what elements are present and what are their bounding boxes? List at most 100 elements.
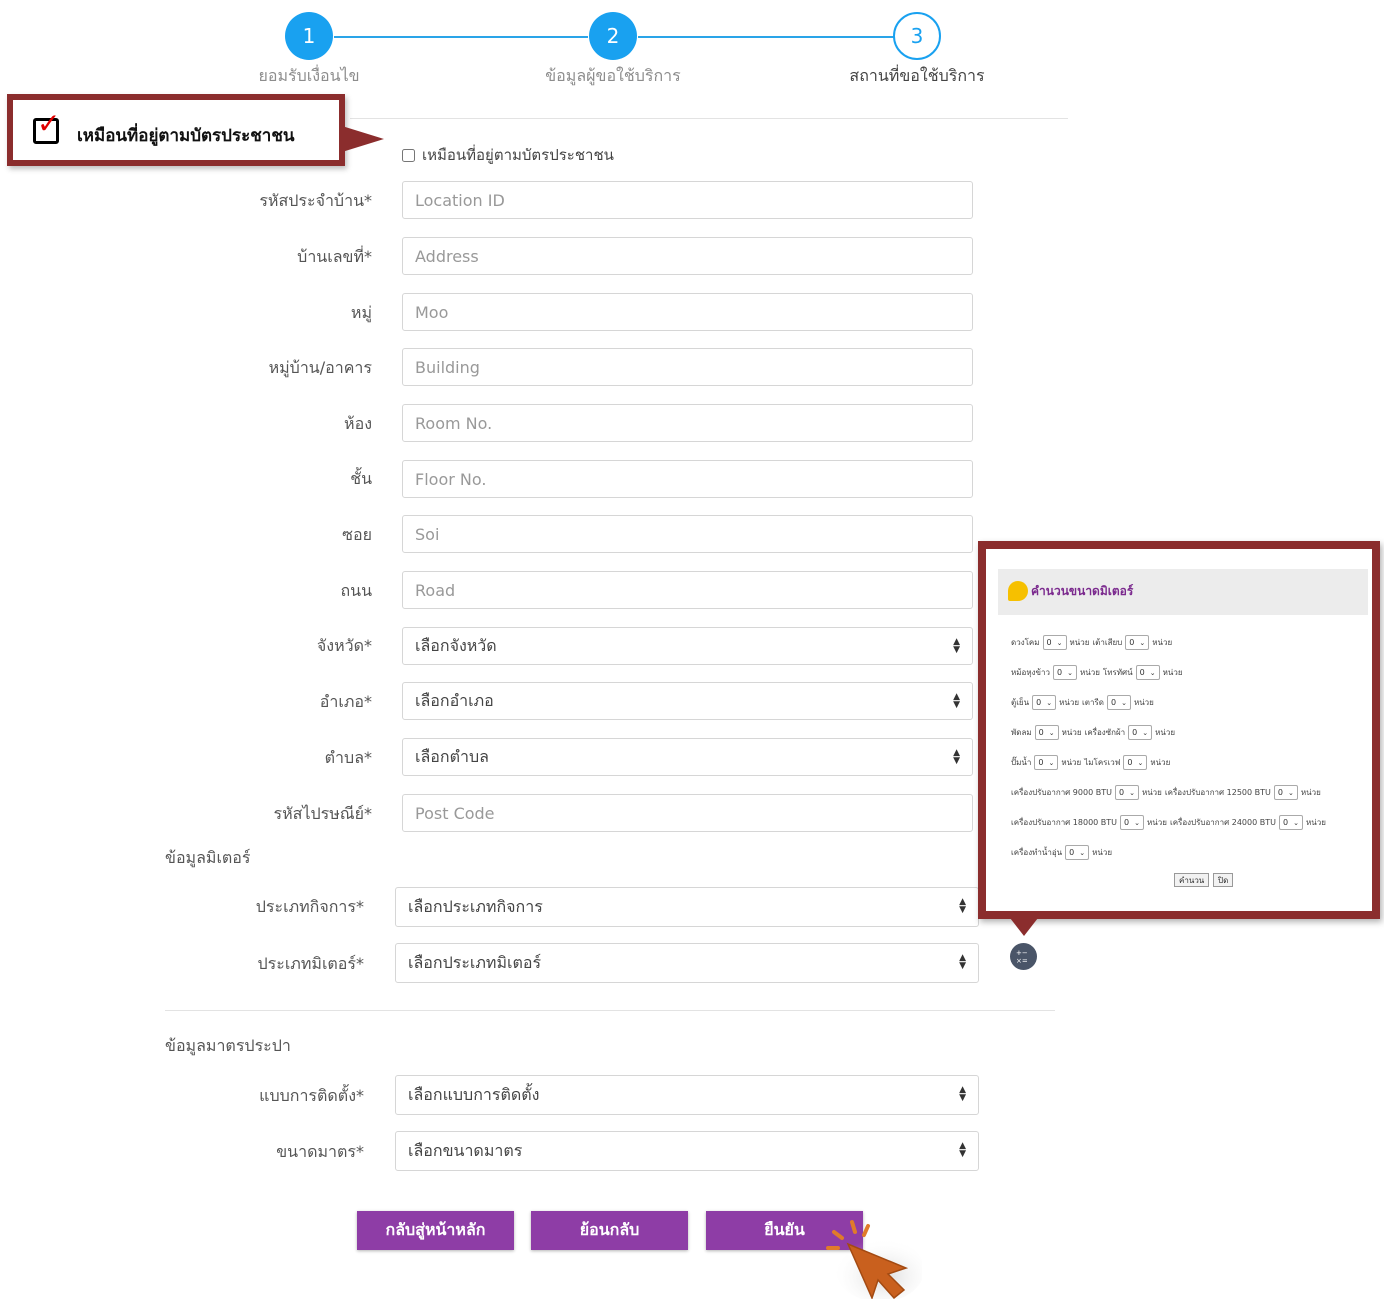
appliance-count-select[interactable]: 0 ⌄	[1034, 725, 1059, 740]
location-id-input[interactable]: Location ID	[402, 181, 973, 219]
appliance-count-value: 0	[1118, 788, 1125, 797]
chevron-down-icon: ⌄	[1293, 818, 1299, 827]
step-3-number: 3	[910, 24, 924, 48]
label-subdistrict: ตำบล*	[324, 748, 372, 767]
appliance-count-select[interactable]: 0 ⌄	[1120, 815, 1145, 830]
appliance-label: พัดลม	[1011, 728, 1032, 737]
chevron-down-icon: ⌄	[1048, 728, 1055, 737]
appliance-label: ตู้เย็น	[1011, 698, 1030, 707]
appliance-count-value: 0	[1132, 728, 1138, 737]
appliance-count-select[interactable]: 0 ⌄	[1135, 665, 1160, 680]
appliance-label: ปั๊มน้ำ	[1011, 758, 1032, 767]
install-type-value: เลือกแบบการติดตั้ง	[408, 1084, 540, 1104]
calculate-button[interactable]: คำนวน	[1174, 873, 1210, 887]
appliance-count-select[interactable]: 0 ⌄	[1273, 785, 1298, 800]
section-divider	[165, 1010, 1055, 1011]
select-arrows-icon: ▲ ▼	[953, 637, 960, 655]
appliance-label: ไมโครเวฟ	[1084, 758, 1121, 767]
appliance-count-select[interactable]: 0 ⌄	[1065, 845, 1090, 860]
appliance-count-value: 0	[1277, 788, 1283, 797]
appliance-count-select[interactable]: 0 ⌄	[1034, 755, 1059, 770]
click-cursor-icon	[826, 1220, 922, 1299]
postcode-placeholder: Post Code	[415, 803, 495, 823]
same-address-checkbox[interactable]	[402, 148, 415, 162]
chevron-down-icon: ⌄	[1048, 758, 1055, 767]
appliance-count-select[interactable]: 0 ⌄	[1125, 635, 1150, 650]
unit-label: หน่วย	[1150, 758, 1171, 767]
moo-input[interactable]: Moo	[402, 293, 973, 331]
appliance-count-select[interactable]: 0 ⌄	[1128, 725, 1153, 740]
home-button[interactable]: กลับสู่หน้าหลัก	[357, 1211, 514, 1250]
popup-pointer	[1010, 918, 1038, 936]
label-building: หมู่บ้าน/อาคาร	[268, 358, 372, 377]
meter-size-select[interactable]: เลือกขนาดมาตร ▲ ▼	[395, 1131, 979, 1171]
appliance-count-value: 0	[1056, 668, 1063, 677]
meter-size-value: เลือกขนาดมาตร	[408, 1140, 523, 1160]
unit-label: หน่วย	[1162, 668, 1183, 677]
road-input[interactable]: Road	[402, 571, 973, 609]
step-1-number: 1	[302, 24, 316, 48]
appliance-count-select[interactable]: 0 ⌄	[1123, 755, 1148, 770]
appliance-count-select[interactable]: 0 ⌄	[1114, 785, 1139, 800]
svg-text:+−: +−	[1016, 949, 1028, 957]
checkbox-callout: ✓ เหมือนที่อยู่ตามบัตรประชาชน	[7, 94, 345, 166]
appliance-count-select[interactable]: 0 ⌄	[1052, 665, 1077, 680]
chevron-down-icon: ⌄	[1067, 668, 1073, 677]
install-type-select[interactable]: เลือกแบบการติดตั้ง ▲ ▼	[395, 1075, 979, 1115]
chat-bubble-icon	[1008, 581, 1028, 601]
unit-label: หน่วย	[1141, 788, 1162, 797]
back-button[interactable]: ย้อนกลับ	[531, 1211, 688, 1250]
label-province: จังหวัด*	[316, 636, 372, 655]
step-3-circle[interactable]: 3	[893, 12, 941, 60]
meter-type-select[interactable]: เลือกประเภทมิเตอร์ ▲ ▼	[395, 943, 979, 983]
province-select[interactable]: เลือกจังหวัด ▲ ▼	[402, 627, 973, 665]
appliance-label: เครื่องปรับอากาศ 24000 BTU	[1169, 818, 1276, 827]
soi-input[interactable]: Soi	[402, 515, 973, 553]
district-select[interactable]: เลือกอำเภอ ▲ ▼	[402, 682, 973, 720]
label-location-id: รหัสประจำบ้าน*	[259, 191, 372, 210]
calculator-row: ปั๊มน้ำ 0 ⌄ หน่วย ไมโครเวฟ 0 ⌄ หน่วย	[1011, 755, 1173, 770]
checked-checkbox-icon: ✓	[33, 110, 60, 144]
unit-label: หน่วย	[1305, 818, 1326, 827]
building-input[interactable]: Building	[402, 348, 973, 386]
appliance-count-value: 0	[1127, 758, 1133, 767]
select-arrows-icon: ▲ ▼	[959, 1141, 966, 1159]
chevron-down-icon: ⌄	[1134, 818, 1141, 827]
callout-pointer	[342, 126, 384, 152]
district-value: เลือกอำเภอ	[415, 690, 494, 710]
select-arrows-icon: ▲ ▼	[959, 897, 966, 915]
appliance-count-select[interactable]: 0 ⌄	[1032, 695, 1057, 710]
room-input[interactable]: Room No.	[402, 404, 973, 442]
appliance-count-select[interactable]: 0 ⌄	[1042, 635, 1067, 650]
unit-label: หน่วย	[1133, 698, 1154, 707]
appliance-count-select[interactable]: 0 ⌄	[1106, 695, 1131, 710]
calculator-row: ตู้เย็น 0 ⌄ หน่วย เตารีด 0 ⌄ หน่วย	[1011, 695, 1157, 710]
step-1-circle[interactable]: 1	[285, 12, 333, 60]
chevron-down-icon: ⌄	[1121, 698, 1127, 707]
appliance-label: เตารีด	[1082, 698, 1104, 707]
label-road: ถนน	[340, 581, 372, 600]
step-2-circle[interactable]: 2	[589, 12, 637, 60]
subdistrict-select[interactable]: เลือกตำบล ▲ ▼	[402, 738, 973, 776]
floor-input[interactable]: Floor No.	[402, 460, 973, 498]
road-placeholder: Road	[415, 580, 456, 600]
close-calculator-button[interactable]: ปิด	[1213, 873, 1234, 887]
appliance-count-select[interactable]: 0 ⌄	[1278, 815, 1303, 830]
calculator-row: เครื่องทำน้ำอุ่น 0 ⌄ หน่วย	[1011, 845, 1115, 860]
chevron-down-icon: ⌄	[1288, 788, 1294, 797]
label-floor: ชั้น	[350, 469, 372, 488]
appliance-count-value: 0	[1038, 728, 1044, 737]
calculator-icon[interactable]: +− ×=	[1010, 943, 1037, 970]
label-business-type: ประเภทกิจการ*	[255, 897, 364, 916]
postcode-input[interactable]: Post Code	[402, 794, 973, 832]
label-meter-type: ประเภทมิเตอร์*	[257, 954, 364, 973]
business-type-value: เลือกประเภทกิจการ	[408, 896, 543, 916]
appliance-label: โทรทัศน์	[1102, 668, 1133, 677]
unit-label: หน่วย	[1152, 638, 1173, 647]
label-moo: หมู่	[350, 303, 372, 322]
same-address-option[interactable]: เหมือนที่อยู่ตามบัตรประชาชน	[402, 143, 614, 167]
business-type-select[interactable]: เลือกประเภทกิจการ ▲ ▼	[395, 887, 979, 927]
calculator-row: เครื่องปรับอากาศ 18000 BTU 0 ⌄ หน่วย เครื่อง…	[1011, 815, 1329, 830]
select-arrows-icon: ▲ ▼	[953, 748, 960, 766]
address-input[interactable]: Address	[402, 237, 973, 275]
